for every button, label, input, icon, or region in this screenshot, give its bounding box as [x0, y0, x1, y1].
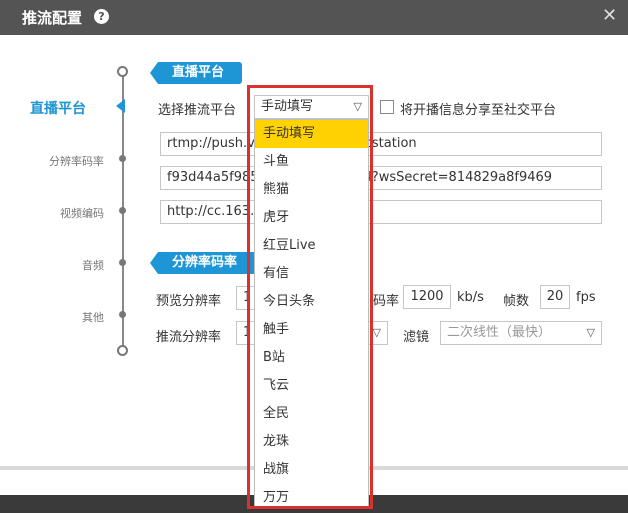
dropdown-option[interactable]: 虎牙 — [255, 204, 368, 232]
dropdown-option[interactable]: 飞云 — [255, 372, 368, 400]
push-resolution-label: 推流分辨率 — [156, 330, 222, 345]
fps-unit: fps — [576, 290, 596, 305]
platform-select[interactable]: 手动填写 ▽ — [254, 95, 369, 119]
dropdown-option[interactable]: 熊猫 — [255, 176, 368, 204]
nav-item-platform[interactable]: 直播平台 — [30, 98, 86, 118]
section-header-resolution: 分辨率码率 — [150, 252, 256, 274]
dropdown-option[interactable]: 斗鱼 — [255, 148, 368, 176]
dropdown-option[interactable]: 全民 — [255, 400, 368, 428]
preview-resolution-label: 预览分辨率 — [156, 294, 222, 309]
platform-dropdown-list[interactable]: 手动填写 斗鱼 熊猫 虎牙 红豆Live 有信 今日头条 触手 B站 飞云 全民… — [254, 119, 369, 507]
push-url-field[interactable]: rtmp://push.v.cc.163.com/live/cstation — [160, 132, 602, 156]
bitrate-label: 码率 — [373, 294, 400, 309]
dropdown-option[interactable]: 触手 — [255, 316, 368, 344]
room-url-field[interactable]: http://cc.163.com — [160, 200, 602, 224]
share-label: 将开播信息分享至社交平台 — [400, 103, 557, 118]
dropdown-option[interactable]: 战旗 — [255, 456, 368, 484]
nav-node-bottom — [117, 345, 128, 356]
bitrate-unit: kb/s — [457, 290, 484, 305]
bitrate-input[interactable]: 1200 — [403, 285, 451, 309]
chevron-down-icon: ▽ — [353, 100, 362, 113]
close-icon[interactable]: ✕ — [602, 6, 617, 26]
help-icon[interactable]: ? — [94, 9, 109, 24]
stream-key-field[interactable]: f93d44a5f985c2e8b4c4436844?wsSecret=8148… — [160, 166, 602, 190]
chevron-down-icon: ▽ — [372, 326, 381, 339]
nav-node-audio — [119, 259, 126, 266]
platform-select-value: 手动填写 — [261, 99, 314, 114]
fps-label: 帧数 — [503, 294, 530, 309]
dropdown-option[interactable]: 有信 — [255, 260, 368, 288]
dropdown-option[interactable]: 龙珠 — [255, 428, 368, 456]
dropdown-option[interactable]: 手动填写 — [255, 120, 368, 148]
nav-item-other[interactable]: 其他 — [34, 309, 104, 325]
push-resolution-value: 1 — [243, 325, 252, 340]
title-bar: 推流配置 ? ✕ — [0, 0, 628, 35]
nav-item-audio[interactable]: 音频 — [34, 257, 104, 273]
select-platform-label: 选择推流平台 — [158, 103, 237, 118]
filter-label: 滤镜 — [403, 330, 430, 345]
chevron-down-icon: ▽ — [586, 326, 595, 339]
nav-active-arrow — [116, 99, 125, 113]
filter-value: 二次线性（最快） — [447, 325, 552, 340]
dropdown-option[interactable]: B站 — [255, 344, 368, 372]
nav-item-video[interactable]: 视频编码 — [34, 205, 104, 221]
section-header-platform: 直播平台 — [150, 62, 242, 84]
filter-select[interactable]: 二次线性（最快） ▽ — [440, 321, 602, 345]
preview-resolution-select[interactable]: 1 — [236, 286, 256, 310]
share-checkbox[interactable] — [380, 100, 394, 114]
nav-node-resolution — [119, 155, 126, 162]
nav-node-other — [119, 311, 126, 318]
window-title: 推流配置 — [22, 9, 83, 27]
nav-node-video — [119, 207, 126, 214]
nav-node-top — [117, 66, 128, 77]
fps-input[interactable]: 20 — [540, 285, 570, 309]
dropdown-option[interactable]: 今日头条 — [255, 288, 368, 316]
dropdown-option[interactable]: 万万 — [255, 484, 368, 512]
dropdown-option[interactable]: 红豆Live — [255, 232, 368, 260]
nav-item-resolution[interactable]: 分辨率码率 — [34, 153, 104, 169]
